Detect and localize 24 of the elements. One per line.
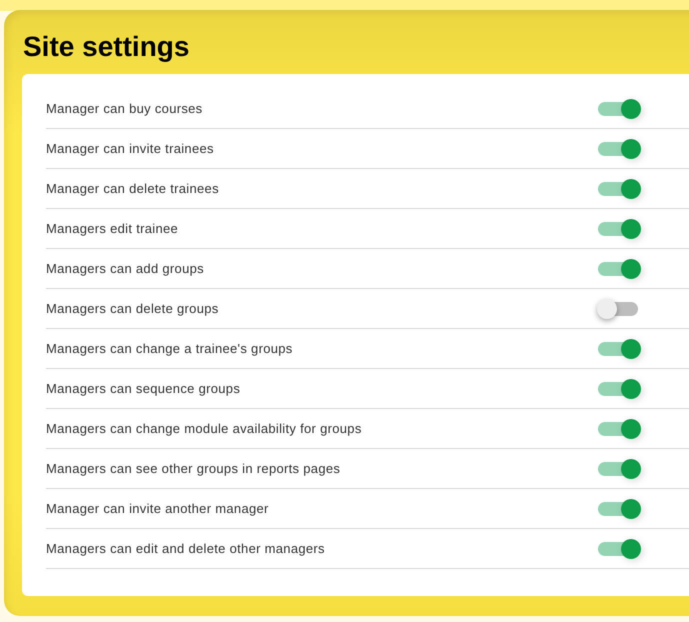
- toggle-switch[interactable]: [597, 138, 641, 160]
- setting-label: Manager can invite trainees: [46, 141, 215, 156]
- toggle-switch[interactable]: [597, 218, 641, 240]
- toggle-switch[interactable]: [597, 178, 641, 200]
- toggle-switch[interactable]: [597, 458, 641, 480]
- toggle-switch[interactable]: [597, 418, 641, 440]
- setting-label: Managers can change a trainee's groups: [46, 341, 294, 356]
- setting-label: Manager can buy courses: [46, 101, 204, 116]
- toggle-switch[interactable]: [597, 378, 641, 400]
- setting-label: Managers can change module availability for groups: [46, 421, 363, 436]
- toggle-switch[interactable]: [597, 98, 641, 120]
- setting-label: Manager can invite another manager: [46, 501, 270, 516]
- setting-label: Managers can add groups: [46, 261, 205, 276]
- page-title: Site settings: [22, 30, 190, 64]
- setting-label: Managers can edit and delete other managers: [46, 541, 326, 556]
- setting-label: Managers can sequence groups: [46, 381, 242, 396]
- toggle-switch[interactable]: [597, 498, 641, 520]
- toggle-switch[interactable]: [597, 258, 641, 280]
- setting-label: Manager can delete trainees: [46, 181, 220, 196]
- setting-label: Managers can delete groups: [46, 301, 220, 316]
- setting-label: Managers edit trainee: [46, 221, 180, 236]
- toggle-switch[interactable]: [597, 538, 641, 560]
- toggle-switch[interactable]: [597, 338, 641, 360]
- setting-label: Managers can see other groups in reports pages: [46, 461, 342, 476]
